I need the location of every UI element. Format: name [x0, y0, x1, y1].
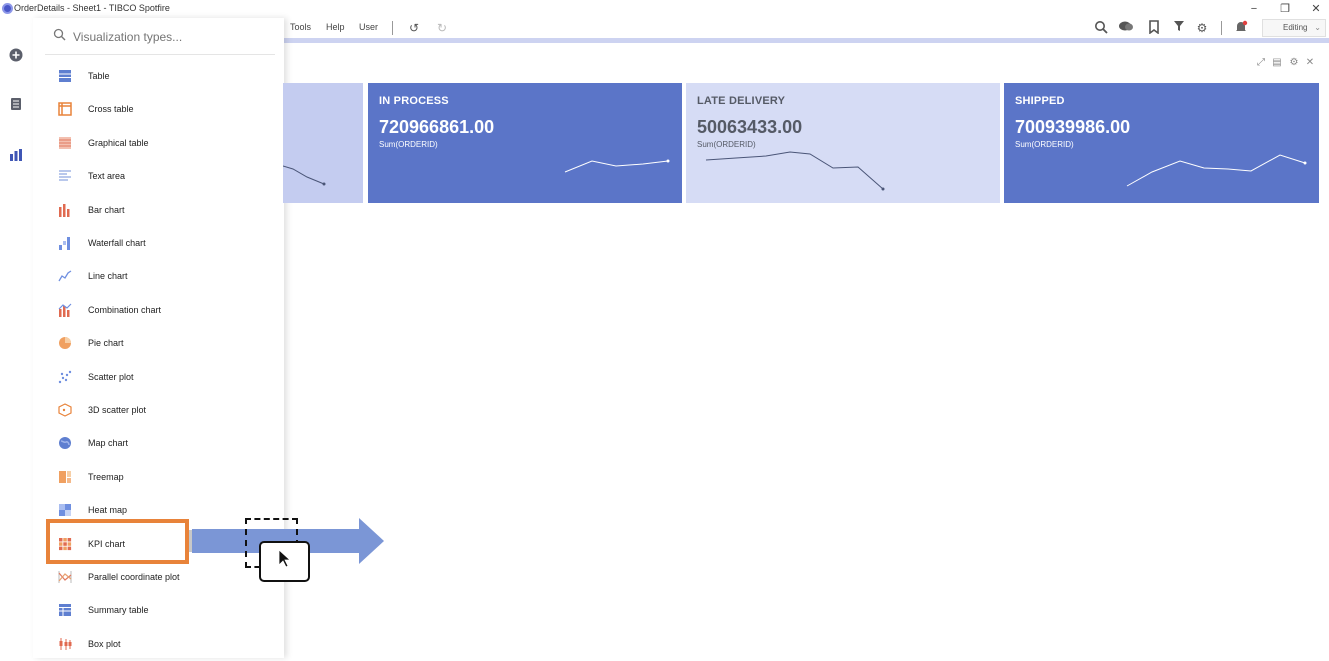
- box-plot-icon: [58, 637, 74, 653]
- viz-type-parallel-coordinate-plot[interactable]: Parallel coordinate plot: [48, 564, 273, 594]
- search-box: [45, 24, 275, 50]
- mode-label: Editing: [1283, 23, 1308, 32]
- window-title: OrderDetails - Sheet1 - TIBCO Spotfire: [14, 3, 170, 13]
- graphical-table-icon: [58, 136, 74, 152]
- left-rail: [0, 18, 33, 658]
- viz-type-line-chart[interactable]: Line chart: [48, 263, 273, 293]
- search-icon[interactable]: [1093, 20, 1109, 36]
- viz-type-bar-chart[interactable]: Bar chart: [48, 197, 273, 227]
- visualization-settings-icon[interactable]: ⚙: [1288, 57, 1300, 69]
- viz-type-map-chart[interactable]: Map chart: [48, 430, 273, 460]
- menu-help[interactable]: Help: [326, 22, 345, 32]
- viz-type-text-area[interactable]: Text area: [48, 163, 273, 193]
- mouse-cursor-icon: [278, 549, 292, 574]
- viz-type-label: Pie chart: [88, 338, 124, 349]
- kpi-chart-highlight: [46, 519, 189, 564]
- table-icon: [58, 69, 74, 85]
- minimize-button[interactable]: −: [1243, 1, 1265, 17]
- undo-icon[interactable]: ↺: [406, 20, 422, 36]
- viz-type-box-plot[interactable]: Box plot: [48, 631, 273, 661]
- viz-type-label: Text area: [88, 171, 126, 182]
- viz-type-label: Cross table: [88, 104, 134, 115]
- kpi-sparkline: [705, 151, 885, 191]
- line-chart-icon: [58, 269, 74, 285]
- viz-type-label: Combination chart: [88, 304, 162, 315]
- mode-dropdown[interactable]: Editing ⌄: [1262, 19, 1326, 37]
- viz-type-label: Line chart: [88, 271, 128, 282]
- viz-type-graphical-table[interactable]: Graphical table: [48, 130, 273, 160]
- viz-type-label: Parallel coordinate plot: [88, 572, 180, 582]
- search-icon: [53, 28, 66, 44]
- visualization-types-icon[interactable]: [8, 149, 24, 165]
- settings-icon[interactable]: ⚙: [1194, 20, 1210, 36]
- toolbar-separator: [392, 21, 393, 35]
- menu-user[interactable]: User: [359, 22, 378, 32]
- kpi-tile-partial[interactable]: [283, 83, 363, 203]
- viz-type-label: Map chart: [88, 438, 129, 449]
- pie-chart-icon: [58, 336, 74, 352]
- maximize-icon[interactable]: ⤢: [1255, 57, 1267, 69]
- viz-type-label: Summary table: [88, 605, 149, 616]
- viz-type-waterfall-chart[interactable]: Waterfall chart: [48, 230, 273, 260]
- viz-type-scatter-plot[interactable]: Scatter plot: [48, 364, 273, 394]
- viz-type-treemap[interactable]: Treemap: [48, 464, 273, 494]
- combination-chart-icon: [58, 303, 74, 319]
- kpi-sparkline: [283, 165, 326, 186]
- viz-type-label: 3D scatter plot: [88, 405, 147, 415]
- viz-type-summary-table[interactable]: Summary table: [48, 597, 273, 627]
- viz-type-cross-table[interactable]: Cross table: [48, 96, 273, 126]
- viz-type-label: Waterfall chart: [88, 238, 146, 248]
- viz-type-pie-chart[interactable]: Pie chart: [48, 330, 273, 360]
- bookmark-icon[interactable]: [1146, 20, 1162, 36]
- viz-type-3d-scatter-plot[interactable]: 3D scatter plot: [48, 397, 273, 427]
- add-data-icon[interactable]: [8, 48, 24, 64]
- cross-table-icon: [58, 102, 74, 118]
- chevron-down-icon: ⌄: [1314, 23, 1321, 32]
- redo-icon[interactable]: ↻: [434, 20, 450, 36]
- notifications-icon[interactable]: [1233, 20, 1249, 36]
- map-chart-icon: [58, 436, 74, 452]
- viz-type-label: Heat map: [88, 505, 128, 516]
- search-underline: [45, 54, 275, 55]
- accent-bar: [283, 38, 1329, 43]
- drag-arrow-head: [359, 518, 384, 564]
- viz-type-label: Scatter plot: [88, 371, 134, 382]
- kpi-tile-late-delivery[interactable]: LATE DELIVERY 50063433.00 Sum(ORDERID): [686, 83, 1000, 203]
- details-icon[interactable]: ▤: [1271, 57, 1283, 69]
- viz-type-table[interactable]: Table: [48, 63, 273, 93]
- toolbar-separator: [1221, 21, 1222, 35]
- scatter-plot-icon: [58, 370, 74, 386]
- menu-tools[interactable]: Tools: [290, 22, 311, 32]
- collaboration-icon[interactable]: [1118, 20, 1134, 36]
- restore-button[interactable]: ❐: [1274, 1, 1296, 17]
- data-panel-icon[interactable]: [8, 97, 24, 113]
- treemap-icon: [58, 470, 74, 486]
- parallel-coordinate-plot-icon: [58, 570, 74, 586]
- kpi-sparkline: [1126, 154, 1307, 187]
- kpi-sparkline: [564, 159, 670, 173]
- close-visualization-icon[interactable]: ✕: [1304, 57, 1316, 69]
- viz-type-label: Table: [88, 71, 110, 81]
- spotfire-logo-icon: [2, 3, 13, 14]
- viz-type-label: Box plot: [88, 638, 121, 649]
- viz-type-combination-chart[interactable]: Combination chart: [48, 297, 273, 327]
- filter-icon[interactable]: [1171, 20, 1187, 36]
- 3d-scatter-plot-icon: [58, 403, 74, 419]
- viz-type-label: Bar chart: [88, 204, 125, 215]
- viz-type-label: Treemap: [88, 471, 124, 482]
- title-bar: OrderDetails - Sheet1 - TIBCO Spotfire −…: [0, 0, 1329, 18]
- search-input[interactable]: [73, 27, 263, 47]
- close-window-button[interactable]: ✕: [1305, 1, 1327, 17]
- viz-type-label: Graphical table: [88, 137, 149, 148]
- kpi-tile-in-process[interactable]: IN PROCESS 720966861.00 Sum(ORDERID): [368, 83, 682, 203]
- bar-chart-icon: [58, 203, 74, 219]
- text-area-icon: [58, 169, 74, 185]
- kpi-tile-shipped[interactable]: SHIPPED 700939986.00 Sum(ORDERID): [1004, 83, 1319, 203]
- heat-map-icon: [58, 503, 74, 519]
- waterfall-chart-icon: [58, 236, 74, 252]
- summary-table-icon: [58, 603, 74, 619]
